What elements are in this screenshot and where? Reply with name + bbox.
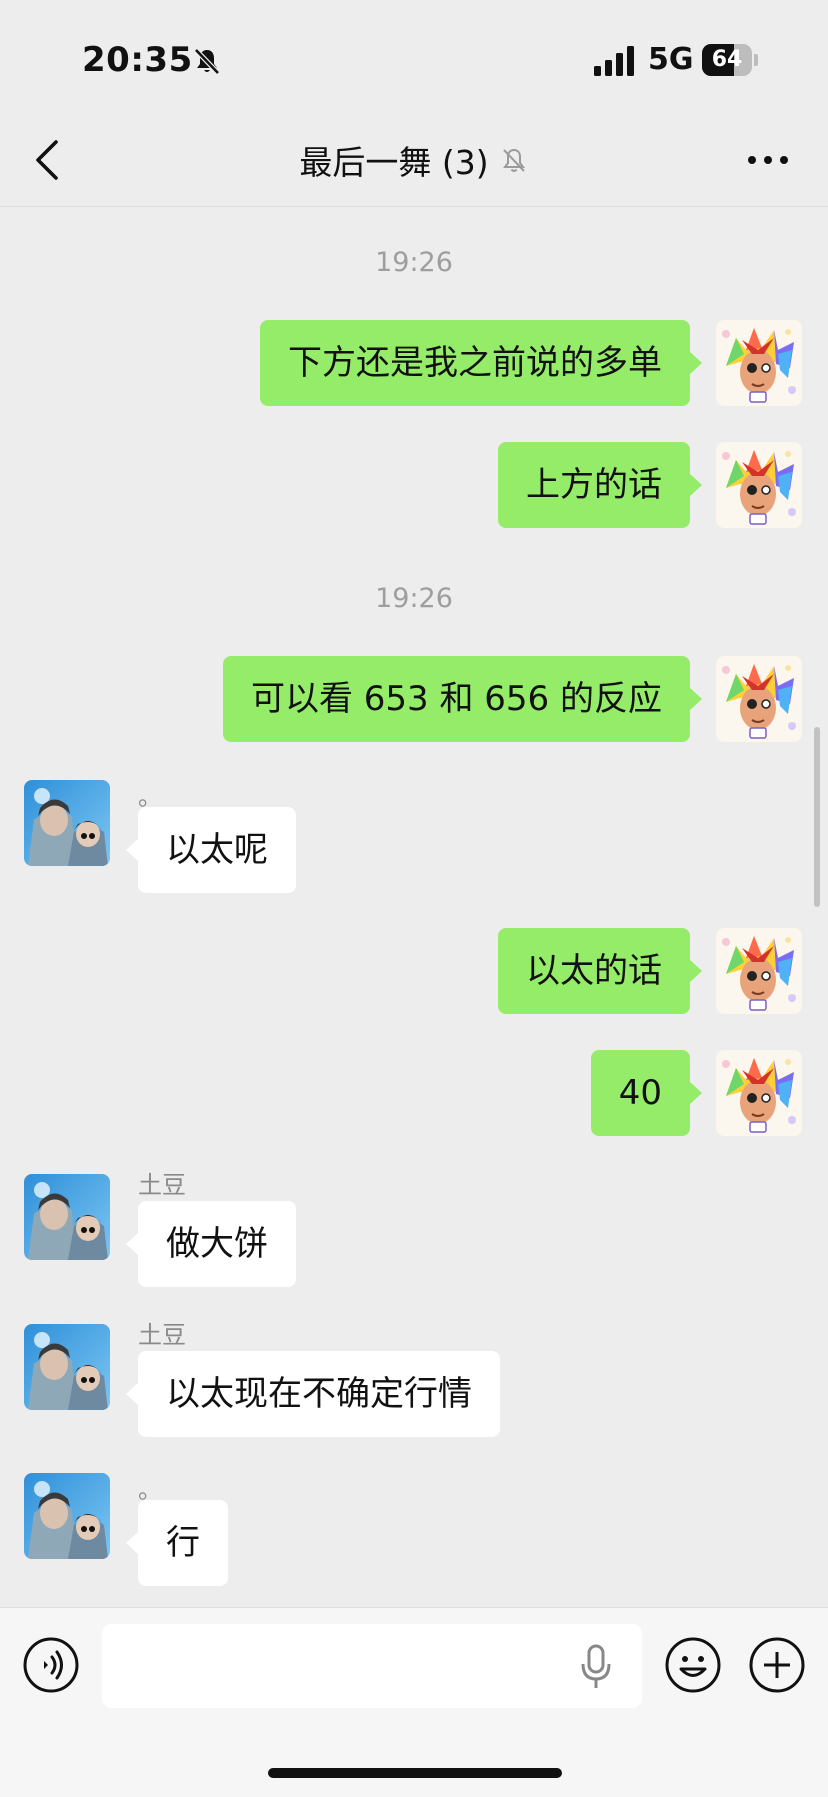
input-bar [0, 1607, 828, 1797]
plus-icon[interactable] [748, 1636, 806, 1694]
message-input[interactable] [102, 1624, 642, 1708]
emoji-icon[interactable] [664, 1636, 722, 1694]
home-indicator[interactable] [268, 1768, 562, 1778]
member-avatar[interactable] [24, 1324, 110, 1410]
other-message-bubble[interactable]: 做大饼 [126, 1201, 296, 1287]
more-dots-icon[interactable] [744, 142, 792, 178]
other-message-bubble[interactable]: 以太现在不确定行情 [126, 1351, 500, 1437]
my-avatar[interactable] [716, 656, 802, 742]
my-message-bubble[interactable]: 以太的话 [498, 928, 702, 1014]
bell-slash-icon [502, 148, 525, 172]
my-avatar[interactable] [716, 442, 802, 528]
microphone-icon[interactable] [578, 1644, 614, 1690]
bell-slash-icon [194, 48, 220, 75]
my-avatar[interactable] [716, 928, 802, 1014]
message-timestamp: 19:26 [375, 583, 453, 614]
member-avatar[interactable] [24, 780, 110, 866]
status-time: 20:35 [82, 40, 193, 80]
status-bar: 20:35 5G 64 [0, 0, 828, 120]
chat-header: 最后一舞 (3) [0, 120, 828, 207]
member-avatar[interactable] [24, 1473, 110, 1559]
voice-mode-icon[interactable] [22, 1636, 80, 1694]
sender-name: 土豆 [138, 1171, 186, 1199]
my-message-bubble[interactable]: 可以看 653 和 656 的反应 [222, 656, 703, 742]
cellular-signal-icon [594, 46, 634, 76]
chat-title: 最后一舞 (3) [299, 143, 489, 182]
my-message-bubble[interactable]: 40 [590, 1050, 703, 1136]
network-type: 5G [648, 42, 694, 77]
my-avatar[interactable] [716, 320, 802, 406]
sender-name: 土豆 [138, 1321, 186, 1349]
my-avatar[interactable] [716, 1050, 802, 1136]
other-message-bubble[interactable]: 行 [126, 1500, 228, 1586]
my-message-bubble[interactable]: 下方还是我之前说的多单 [260, 320, 702, 406]
member-avatar[interactable] [24, 1174, 110, 1260]
my-message-bubble[interactable]: 上方的话 [498, 442, 702, 528]
message-list[interactable]: 19:26 下方还是我之前说的多单 上方的话 19:26 可以看 653 和 6… [0, 207, 828, 1607]
battery-level: 64 [711, 47, 743, 72]
message-timestamp: 19:26 [375, 247, 453, 278]
battery-icon: 64 [702, 44, 758, 76]
other-message-bubble[interactable]: 以太呢 [126, 807, 296, 893]
scrollbar[interactable] [814, 727, 820, 907]
